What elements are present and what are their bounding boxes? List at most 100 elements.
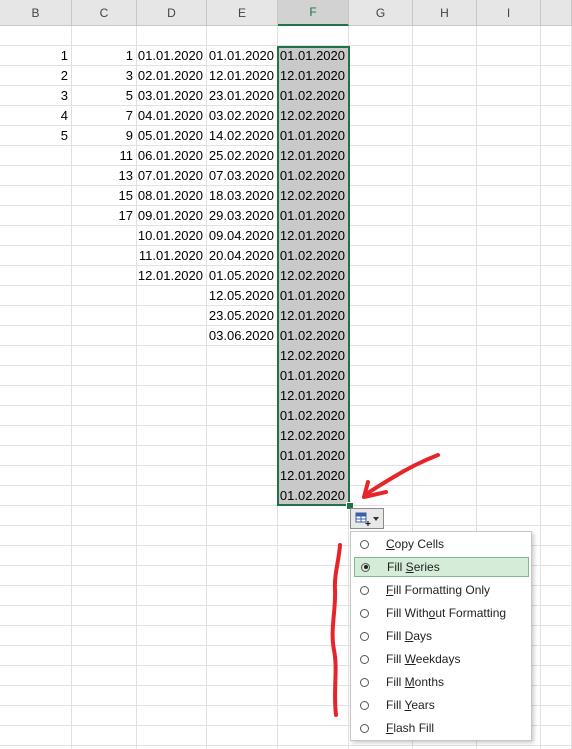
cell-e13[interactable]: 20.04.2020 (207, 246, 277, 266)
autofill-options-menu: Copy Cells Fill Series Fill Formatting Onl… (350, 531, 532, 741)
autofill-options-button[interactable] (350, 508, 384, 529)
cell-f4[interactable]: 12.01.2020 (278, 66, 348, 86)
cell-f12[interactable]: 12.01.2020 (278, 226, 348, 246)
cell-f11[interactable]: 01.01.2020 (278, 206, 348, 226)
cell-d12[interactable]: 10.01.2020 (137, 226, 206, 246)
cell-c3[interactable]: 1 (72, 46, 136, 66)
menu-item-fill-formatting-only[interactable]: Fill Formatting Only (354, 580, 529, 600)
menu-item-label: Copy Cells (386, 537, 445, 551)
cell-e3[interactable]: 01.01.2020 (207, 46, 277, 66)
cell-f14[interactable]: 12.02.2020 (278, 266, 348, 286)
cell-f21[interactable]: 01.02.2020 (278, 406, 348, 426)
column-header-f[interactable]: F (278, 0, 349, 26)
cell-f17[interactable]: 01.02.2020 (278, 326, 348, 346)
cell-f13[interactable]: 01.02.2020 (278, 246, 348, 266)
menu-item-copy-cells[interactable]: Copy Cells (354, 534, 529, 554)
menu-item-fill-months[interactable]: Fill Months (354, 672, 529, 692)
column-header-g[interactable]: G (349, 0, 413, 26)
cell-d8[interactable]: 06.01.2020 (137, 146, 206, 166)
menu-item-label: Fill Series (387, 560, 440, 574)
column-header-next[interactable] (541, 0, 572, 26)
cell-e12[interactable]: 09.04.2020 (207, 226, 277, 246)
cell-c5[interactable]: 5 (72, 86, 136, 106)
vertical-gridline (540, 26, 541, 749)
menu-item-fill-series[interactable]: Fill Series (354, 557, 529, 577)
cell-b6[interactable]: 4 (0, 106, 71, 126)
radio-icon (361, 562, 370, 572)
cell-f20[interactable]: 12.01.2020 (278, 386, 348, 406)
cell-f3[interactable]: 01.01.2020 (278, 46, 348, 66)
cell-f25[interactable]: 01.02.2020 (278, 486, 348, 506)
cell-c7[interactable]: 9 (72, 126, 136, 146)
cell-b3[interactable]: 1 (0, 46, 71, 66)
menu-item-label: Flash Fill (386, 721, 435, 735)
cell-d9[interactable]: 07.01.2020 (137, 166, 206, 186)
column-header-i[interactable]: I (477, 0, 541, 26)
cell-f24[interactable]: 12.01.2020 (278, 466, 348, 486)
cell-d3[interactable]: 01.01.2020 (137, 46, 206, 66)
red-vertical-mark (330, 543, 342, 717)
cell-d13[interactable]: 11.01.2020 (137, 246, 206, 266)
cell-e14[interactable]: 01.05.2020 (207, 266, 277, 286)
autofill-options-icon (355, 512, 371, 526)
column-header-c[interactable]: C (72, 0, 137, 26)
cell-d7[interactable]: 05.01.2020 (137, 126, 206, 146)
radio-icon (360, 700, 369, 710)
cell-f10[interactable]: 12.02.2020 (278, 186, 348, 206)
cell-f15[interactable]: 01.01.2020 (278, 286, 348, 306)
cell-e10[interactable]: 18.03.2020 (207, 186, 277, 206)
menu-item-fill-years[interactable]: Fill Years (354, 695, 529, 715)
radio-icon (360, 654, 369, 664)
cell-b7[interactable]: 5 (0, 126, 71, 146)
column-header-h[interactable]: H (413, 0, 477, 26)
cell-b5[interactable]: 3 (0, 86, 71, 106)
cell-e17[interactable]: 03.06.2020 (207, 326, 277, 346)
cell-e16[interactable]: 23.05.2020 (207, 306, 277, 326)
column-header-d[interactable]: D (137, 0, 207, 26)
cell-e9[interactable]: 07.03.2020 (207, 166, 277, 186)
radio-icon (360, 608, 369, 618)
cell-d6[interactable]: 04.01.2020 (137, 106, 206, 126)
menu-item-label: Fill Years (386, 698, 435, 712)
cell-f22[interactable]: 12.02.2020 (278, 426, 348, 446)
cell-e15[interactable]: 12.05.2020 (207, 286, 277, 306)
cell-f16[interactable]: 12.01.2020 (278, 306, 348, 326)
cell-d5[interactable]: 03.01.2020 (137, 86, 206, 106)
cell-c9[interactable]: 13 (72, 166, 136, 186)
cell-c10[interactable]: 15 (72, 186, 136, 206)
cell-f18[interactable]: 12.02.2020 (278, 346, 348, 366)
cell-e8[interactable]: 25.02.2020 (207, 146, 277, 166)
cell-d10[interactable]: 08.01.2020 (137, 186, 206, 206)
cell-e5[interactable]: 23.01.2020 (207, 86, 277, 106)
column-header-b[interactable]: B (0, 0, 72, 26)
cell-b4[interactable]: 2 (0, 66, 71, 86)
radio-icon (360, 585, 369, 595)
cell-f19[interactable]: 01.01.2020 (278, 366, 348, 386)
cell-f9[interactable]: 01.02.2020 (278, 166, 348, 186)
cell-f23[interactable]: 01.01.2020 (278, 446, 348, 466)
spreadsheet-grid[interactable]: BCDEFGHI 1 2 3 4 5 1 3 5 7 9 11 13 15 17 01.01.2020 02.… (0, 0, 572, 749)
red-arrow-shaft (363, 453, 440, 497)
cell-e6[interactable]: 03.02.2020 (207, 106, 277, 126)
menu-item-fill-without-formatting[interactable]: Fill Without Formatting (354, 603, 529, 623)
column-header-e[interactable]: E (207, 0, 278, 26)
menu-item-flash-fill[interactable]: Flash Fill (354, 718, 529, 738)
cell-f6[interactable]: 12.02.2020 (278, 106, 348, 126)
menu-item-fill-weekdays[interactable]: Fill Weekdays (354, 649, 529, 669)
cell-d14[interactable]: 12.01.2020 (137, 266, 206, 286)
cell-f7[interactable]: 01.01.2020 (278, 126, 348, 146)
cell-f5[interactable]: 01.02.2020 (278, 86, 348, 106)
cell-f8[interactable]: 12.01.2020 (278, 146, 348, 166)
cell-d11[interactable]: 09.01.2020 (137, 206, 206, 226)
menu-item-fill-days[interactable]: Fill Days (354, 626, 529, 646)
cell-c6[interactable]: 7 (72, 106, 136, 126)
cell-e7[interactable]: 14.02.2020 (207, 126, 277, 146)
cell-c8[interactable]: 11 (72, 146, 136, 166)
horizontal-gridline (0, 745, 572, 746)
radio-icon (360, 539, 369, 549)
cell-c4[interactable]: 3 (72, 66, 136, 86)
cell-e11[interactable]: 29.03.2020 (207, 206, 277, 226)
cell-c11[interactable]: 17 (72, 206, 136, 226)
cell-d4[interactable]: 02.01.2020 (137, 66, 206, 86)
cell-e4[interactable]: 12.01.2020 (207, 66, 277, 86)
